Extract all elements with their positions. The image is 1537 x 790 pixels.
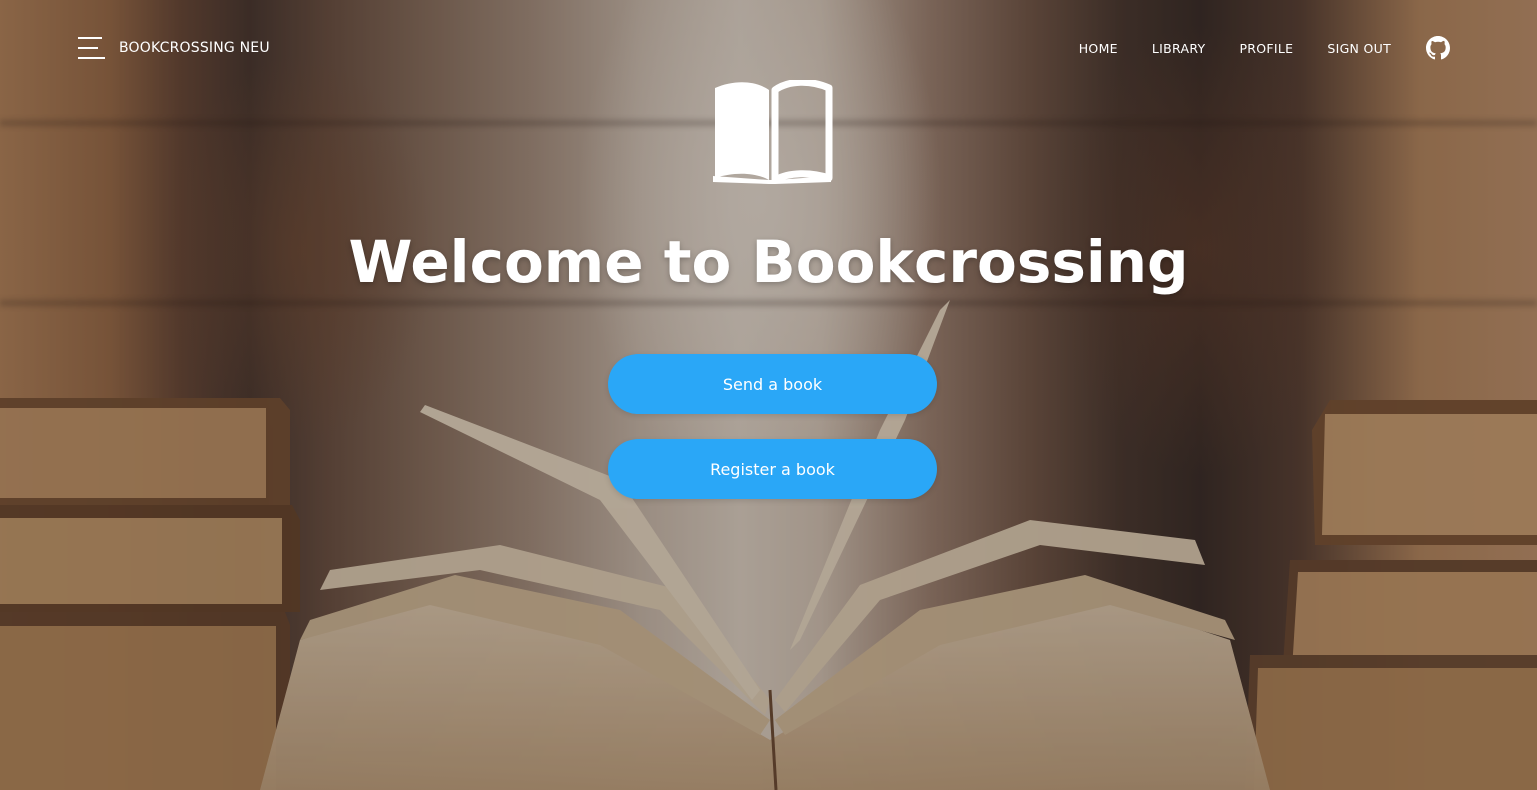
- nav-link-home[interactable]: HOME: [1079, 41, 1118, 56]
- nav-link-sign-out[interactable]: SIGN OUT: [1327, 41, 1391, 56]
- hamburger-menu-icon[interactable]: [78, 37, 105, 59]
- brand-link[interactable]: BOOKCROSSING NEU: [119, 40, 270, 56]
- nav-links: HOME LIBRARY PROFILE SIGN OUT: [1079, 41, 1391, 56]
- page-title: Welcome to Bookcrossing: [348, 228, 1189, 296]
- nav-link-profile[interactable]: PROFILE: [1239, 41, 1293, 56]
- nav-link-library[interactable]: LIBRARY: [1152, 41, 1206, 56]
- register-book-button[interactable]: Register a book: [608, 439, 937, 499]
- landing-page: BOOKCROSSING NEU HOME LIBRARY PROFILE SI…: [0, 0, 1537, 790]
- github-icon[interactable]: [1426, 36, 1450, 60]
- open-book-icon: [713, 80, 833, 184]
- send-book-button[interactable]: Send a book: [608, 354, 937, 414]
